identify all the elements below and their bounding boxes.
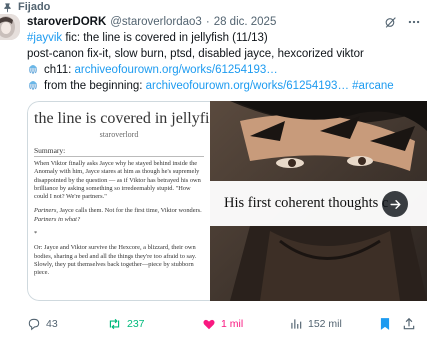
reply-icon [28,318,40,331]
jellyfish-emoji-icon [29,81,37,90]
tweet-header: staroverDORK @staroverlordao3 · 28 dic. … [27,14,427,30]
action-bar: 43 237 1 mil 152 mil [27,316,427,332]
summary-p2-italic-b: Partners in what? [34,215,81,223]
pin-icon [4,2,11,13]
tweet-text: #jayvik fic: the line is covered in jell… [27,30,423,94]
heart-icon [203,319,215,330]
avatar[interactable] [0,14,20,40]
ao3-chapter-link[interactable]: archiveofourown.org/works/61254193… [74,64,277,76]
views-button[interactable]: 152 mil [289,316,342,332]
summary-text: When Viktor finally asks Jayce why he st… [34,160,204,278]
reply-count: 43 [46,318,58,330]
summary-paragraph-2: Partners, Jayce calls them. Not for the … [34,207,204,224]
share-icon [403,317,415,330]
jellyfish-emoji-icon [29,65,37,74]
next-image-button[interactable] [382,191,408,217]
retweet-count: 237 [127,318,145,330]
grok-icon[interactable] [384,16,397,29]
media-gallery[interactable]: the line is covered in jellyfish starove… [27,101,427,301]
tweet-line-3: ch11: archiveofourown.org/works/61254193… [27,62,423,78]
pinned-indicator: Fijado [0,0,50,14]
summary-paragraph-3: Or: Jayce and Viktor survive the Hexcore… [34,244,197,277]
arrow-right-icon [389,199,401,209]
separator-dot: · [205,16,210,28]
bookmark-icon [380,318,390,330]
tweet-date[interactable]: 28 dic. 2025 [214,16,277,28]
fic-author: staroverlord [99,130,139,139]
tweet-line-1-text: fic: the line is covered in jellyfish (1… [62,32,268,44]
retweet-button[interactable]: 237 [107,316,145,332]
tweet-line-1: #jayvik fic: the line is covered in jell… [27,30,423,46]
summary-heading: Summary: [34,146,204,157]
like-count: 1 mil [221,318,244,330]
tweet-line-4: from the beginning: archiveofourown.org/… [27,78,423,94]
pinned-label: Fijado [18,1,51,13]
summary-p2-text: , Jayce calls them. Not for the first ti… [56,207,202,215]
reply-button[interactable]: 43 [27,316,58,332]
display-name[interactable]: staroverDORK [27,16,106,28]
views-count: 152 mil [308,318,342,330]
media-image-summary[interactable]: the line is covered in jellyfish starove… [27,101,224,301]
hashtag-arcane[interactable]: #arcane [349,80,394,92]
hashtag-jayvik[interactable]: #jayvik [27,32,62,44]
ao3-work-link[interactable]: archiveofourown.org/works/61254193… [146,80,349,92]
quote-text: His first coherent thoughts c [224,195,389,211]
user-handle[interactable]: @staroverlordao3 [110,16,202,28]
ch11-label: ch11: [44,64,75,76]
tweet-line-2: post-canon fix-it, slow burn, ptsd, disa… [27,48,364,60]
fic-title: the line is covered in jellyfish [34,110,224,127]
views-icon [291,319,302,329]
share-button[interactable] [402,316,416,332]
more-icon[interactable] [407,15,421,29]
retweet-icon [109,318,120,330]
media-image-art[interactable]: His first coherent thoughts c [210,101,427,301]
bookmark-button[interactable] [379,316,391,332]
from-beginning-label: from the beginning: [44,80,146,92]
like-button[interactable]: 1 mil [202,316,243,332]
summary-paragraph-1: When Viktor finally asks Jayce why he st… [34,160,201,201]
summary-p2-italic-a: Partners [34,207,57,215]
summary-separator: * [34,230,38,238]
